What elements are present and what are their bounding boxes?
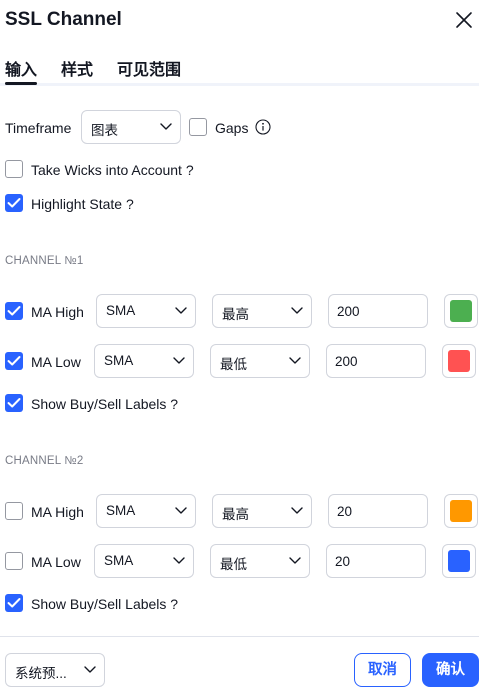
source-value: 最高 xyxy=(222,307,249,322)
chevron-down-icon xyxy=(175,307,187,314)
chevron-down-icon xyxy=(289,557,301,564)
channel1-title: CHANNEL №1 xyxy=(5,255,84,267)
checkmark-icon xyxy=(7,398,21,408)
ma-type-value: SMA xyxy=(106,503,136,518)
ch2-ma-low-source-select[interactable]: 最低 xyxy=(210,544,310,578)
chevron-down-icon xyxy=(289,357,301,364)
cancel-button[interactable]: 取消 xyxy=(354,653,411,687)
checkmark-icon xyxy=(7,306,21,316)
ch1-ma-high-length-input[interactable] xyxy=(328,294,428,328)
ch1-show-labels-checkbox[interactable] xyxy=(5,394,23,412)
gaps-checkbox[interactable] xyxy=(189,118,207,136)
info-icon[interactable] xyxy=(255,119,271,135)
timeframe-value: 图表 xyxy=(91,123,118,138)
defaults-dropdown[interactable]: 系统预... xyxy=(5,653,105,687)
source-value: 最低 xyxy=(220,357,247,372)
chevron-down-icon xyxy=(291,507,303,514)
ch2-ma-high-type-select[interactable]: SMA xyxy=(96,494,196,528)
ch1-ma-high-color-button[interactable] xyxy=(444,294,478,328)
tab-inputs[interactable]: 输入 xyxy=(5,56,37,80)
ch1-ma-low-type-select[interactable]: SMA xyxy=(94,344,194,378)
ch1-ma-high-label: MA High xyxy=(31,304,84,320)
ch1-ma-high-source-select[interactable]: 最高 xyxy=(212,294,312,328)
chevron-down-icon xyxy=(173,557,185,564)
ch1-ma-low-source-select[interactable]: 最低 xyxy=(210,344,310,378)
source-value: 最高 xyxy=(222,507,249,522)
dialog-title: SSL Channel xyxy=(5,9,122,30)
ch1-ma-low-checkbox[interactable] xyxy=(5,352,23,370)
ma-type-value: SMA xyxy=(104,353,134,368)
chevron-down-icon xyxy=(291,307,303,314)
color-swatch xyxy=(448,350,470,372)
wicks-label: Take Wicks into Account ? xyxy=(31,162,194,178)
highlight-checkbox[interactable] xyxy=(5,194,23,212)
chevron-down-icon xyxy=(173,357,185,364)
channel2-title: CHANNEL №2 xyxy=(5,455,84,467)
color-swatch xyxy=(448,550,470,572)
timeframe-label: Timeframe xyxy=(5,120,72,136)
ch1-ma-low-length-input[interactable] xyxy=(326,344,426,378)
ch2-show-labels-checkbox[interactable] xyxy=(5,594,23,612)
ch2-ma-high-label: MA High xyxy=(31,504,84,520)
color-swatch xyxy=(450,300,472,322)
ok-button[interactable]: 确认 xyxy=(422,653,479,687)
source-value: 最低 xyxy=(220,557,247,572)
highlight-label: Highlight State ? xyxy=(31,196,134,212)
ch2-ma-high-length-input[interactable] xyxy=(328,494,428,528)
checkmark-icon xyxy=(7,356,21,366)
tab-visibility[interactable]: 可见范围 xyxy=(117,56,181,80)
ch2-ma-low-checkbox[interactable] xyxy=(5,552,23,570)
ch2-ma-high-color-button[interactable] xyxy=(444,494,478,528)
ch2-ma-low-color-button[interactable] xyxy=(442,544,476,578)
ch1-ma-low-label: MA Low xyxy=(31,354,81,370)
timeframe-select[interactable]: 图表 xyxy=(81,110,181,144)
ma-type-value: SMA xyxy=(106,303,136,318)
ch2-show-labels-label: Show Buy/Sell Labels ? xyxy=(31,596,179,612)
tabs-divider xyxy=(0,83,479,86)
ch2-ma-high-checkbox[interactable] xyxy=(5,502,23,520)
ch1-ma-high-type-select[interactable]: SMA xyxy=(96,294,196,328)
active-tab-indicator xyxy=(5,82,37,85)
checkmark-icon xyxy=(7,598,21,608)
ch1-ma-high-checkbox[interactable] xyxy=(5,302,23,320)
ch2-ma-low-type-select[interactable]: SMA xyxy=(94,544,194,578)
ch1-show-labels-label: Show Buy/Sell Labels ? xyxy=(31,396,179,412)
chevron-down-icon xyxy=(160,123,172,130)
tab-style[interactable]: 样式 xyxy=(61,56,93,80)
chevron-down-icon xyxy=(84,666,96,673)
ch2-ma-low-label: MA Low xyxy=(31,554,81,570)
ch2-ma-low-length-input[interactable] xyxy=(326,544,426,578)
defaults-label: 系统预... xyxy=(15,666,67,681)
ma-type-value: SMA xyxy=(104,553,134,568)
checkmark-icon xyxy=(7,198,21,208)
footer-divider xyxy=(0,636,479,637)
ch2-ma-high-source-select[interactable]: 最高 xyxy=(212,494,312,528)
color-swatch xyxy=(450,500,472,522)
chevron-down-icon xyxy=(175,507,187,514)
wicks-checkbox[interactable] xyxy=(5,160,23,178)
gaps-label: Gaps xyxy=(215,120,249,136)
ch1-ma-low-color-button[interactable] xyxy=(442,344,476,378)
close-icon[interactable] xyxy=(452,8,476,32)
